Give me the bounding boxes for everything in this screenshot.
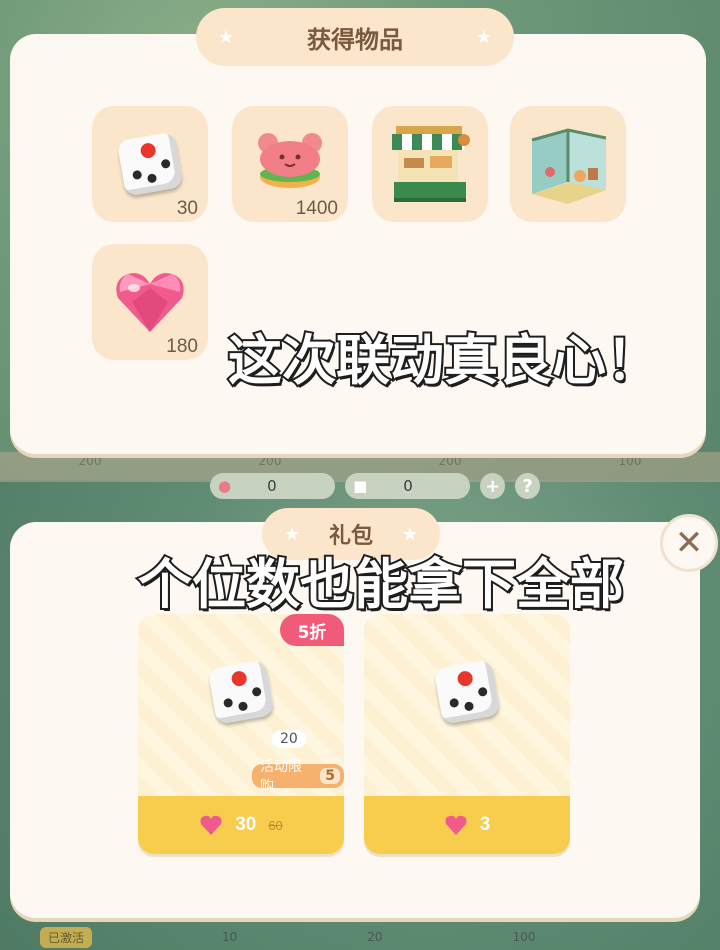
dice-count: 0	[403, 477, 413, 495]
price-value: 30	[235, 814, 257, 835]
activated-badge: 已激活	[40, 926, 93, 948]
reward-item-cookie[interactable]: 1400	[232, 106, 348, 222]
strip-value: 100	[512, 930, 536, 944]
reward-panel-title: ★ 获得物品 ★	[196, 8, 514, 66]
star-icon: ★	[218, 26, 235, 48]
panel-title-text: 获得物品	[307, 25, 403, 54]
item-quantity: 180	[166, 336, 198, 357]
strip-value: 100	[618, 454, 642, 468]
strip-value: 20	[367, 930, 383, 944]
original-price: 60	[268, 817, 283, 833]
strip-value: 200	[258, 454, 282, 468]
dice-counter: ■ 0	[345, 473, 471, 499]
dice-icon	[207, 659, 275, 725]
reward-item-glass-room[interactable]	[510, 106, 626, 222]
purchase-limit-tag: 活动限购 5	[252, 759, 344, 795]
dice-icon	[433, 659, 501, 725]
background-strip-values: 200 200 200 100	[0, 454, 720, 468]
item-quantity: 1400	[295, 198, 338, 219]
limit-count: 5	[320, 768, 340, 784]
price-button[interactable]: 30 60	[138, 796, 344, 854]
heart-gem-icon	[200, 815, 222, 835]
dice-icon	[116, 131, 184, 197]
resource-bar: ● 0 ■ 0 + ?	[210, 472, 540, 500]
close-icon: ✕	[674, 523, 704, 563]
pink-heart-gem-icon	[116, 273, 184, 332]
dice-small-icon: ■	[353, 477, 368, 495]
heart-gem-icon	[445, 815, 467, 835]
add-button[interactable]: +	[480, 473, 506, 499]
help-button[interactable]: ?	[515, 473, 540, 499]
market-stall-icon	[392, 126, 470, 202]
item-quantity: 30	[176, 198, 198, 219]
strip-value: 10	[222, 930, 238, 944]
strip-value: 200	[438, 454, 462, 468]
video-caption-top: 这次联动真良心！	[226, 327, 662, 394]
price-value: 3	[479, 814, 491, 835]
reward-item-dice[interactable]: 30	[92, 106, 208, 222]
reward-item-market-stall[interactable]	[372, 106, 488, 222]
glass-room-icon	[531, 128, 607, 204]
reward-item-heart-gem[interactable]: 180	[92, 244, 208, 360]
gift-pack-card[interactable]: 5折 20 活动限购 5 30 60	[138, 614, 344, 854]
pack-dice-amount: 20	[272, 730, 306, 748]
cookie-count: 0	[267, 477, 277, 495]
limit-label: 活动限购	[260, 759, 302, 795]
cookie-icon: ●	[218, 477, 232, 495]
cookie-counter: ● 0	[210, 473, 336, 499]
video-caption-bottom: 个位数也能拿下全部	[136, 551, 626, 618]
background-footer-strip: 已激活 10 20 100	[0, 924, 720, 950]
star-icon: ★	[475, 26, 492, 48]
strip-value: 200	[78, 454, 102, 468]
close-button[interactable]: ✕	[660, 514, 718, 572]
bear-cookie-icon	[258, 133, 322, 188]
price-button[interactable]: 3	[364, 796, 570, 854]
gift-pack-card[interactable]: 3	[364, 614, 570, 854]
